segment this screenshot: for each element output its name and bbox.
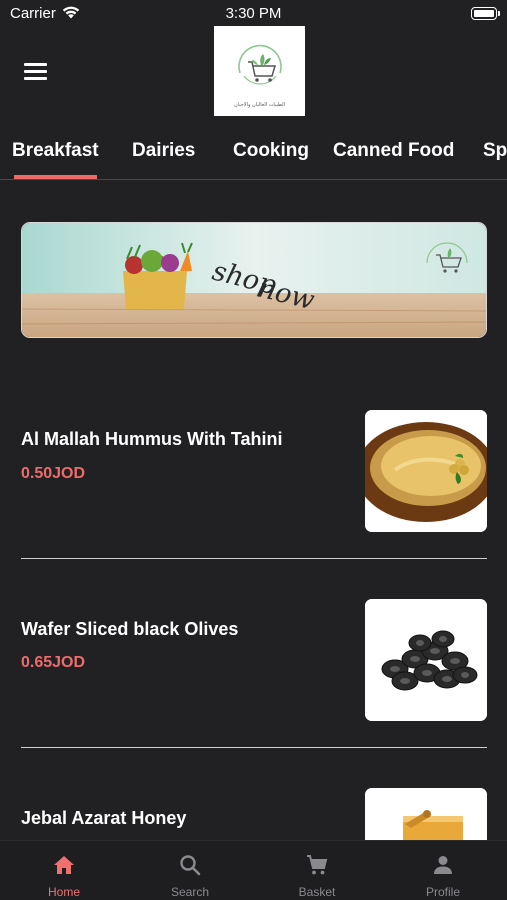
product-price: 0.50JOD [21,465,86,482]
cart-icon [307,855,328,875]
clock: 3:30 PM [225,5,282,22]
battery-icon [471,7,500,20]
person-icon [434,856,452,874]
nav-search-label: Search [170,885,210,899]
product-price: 0.65JOD [21,654,86,671]
product-image-hummus[interactable] [365,410,487,532]
nav-home-label: Home [47,885,80,899]
logo-text: الطيبات الغالبان والأجبان [234,102,285,108]
tab-dairies[interactable]: Dairies [132,140,195,162]
search-icon [180,855,201,876]
active-tab-indicator [14,175,97,179]
product-image-olives[interactable] [365,599,487,721]
bottom-navigation: Home Search Basket Profile [0,840,507,900]
tab-breakfast[interactable]: Breakfast [12,140,99,162]
shop-now-banner[interactable]: shop now [21,222,487,338]
tab-canned-food[interactable]: Canned Food [333,140,454,162]
nav-profile[interactable]: Profile [380,841,506,900]
tab-sp[interactable]: Sp [483,140,507,162]
home-icon [54,856,74,874]
honey-jar-icon [365,788,487,840]
divider [21,558,487,559]
cart-logo-icon [238,44,282,85]
product-name: Al Mallah Hummus With Tahini [21,429,283,449]
nav-home[interactable]: Home [1,841,127,900]
nav-basket-label: Basket [298,885,336,899]
nav-profile-label: Profile [425,885,460,899]
black-olives-icon [365,599,487,721]
product-name: Jebal Azarat Honey [21,808,187,828]
product-name: Wafer Sliced black Olives [21,619,239,639]
hamburger-menu-icon[interactable] [24,63,47,80]
divider [21,747,487,748]
tab-cooking[interactable]: Cooking [233,140,309,162]
nav-search[interactable]: Search [127,841,253,900]
hummus-plate-icon [365,410,487,532]
product-image-honey[interactable] [365,788,487,840]
store-logo: الطيبات الغالبان والأجبان [214,26,305,116]
nav-basket[interactable]: Basket [254,841,380,900]
category-tabs: Breakfast Dairies Cooking Canned Food Sp [0,130,507,180]
status-bar: Carrier 3:30 PM [0,0,507,26]
